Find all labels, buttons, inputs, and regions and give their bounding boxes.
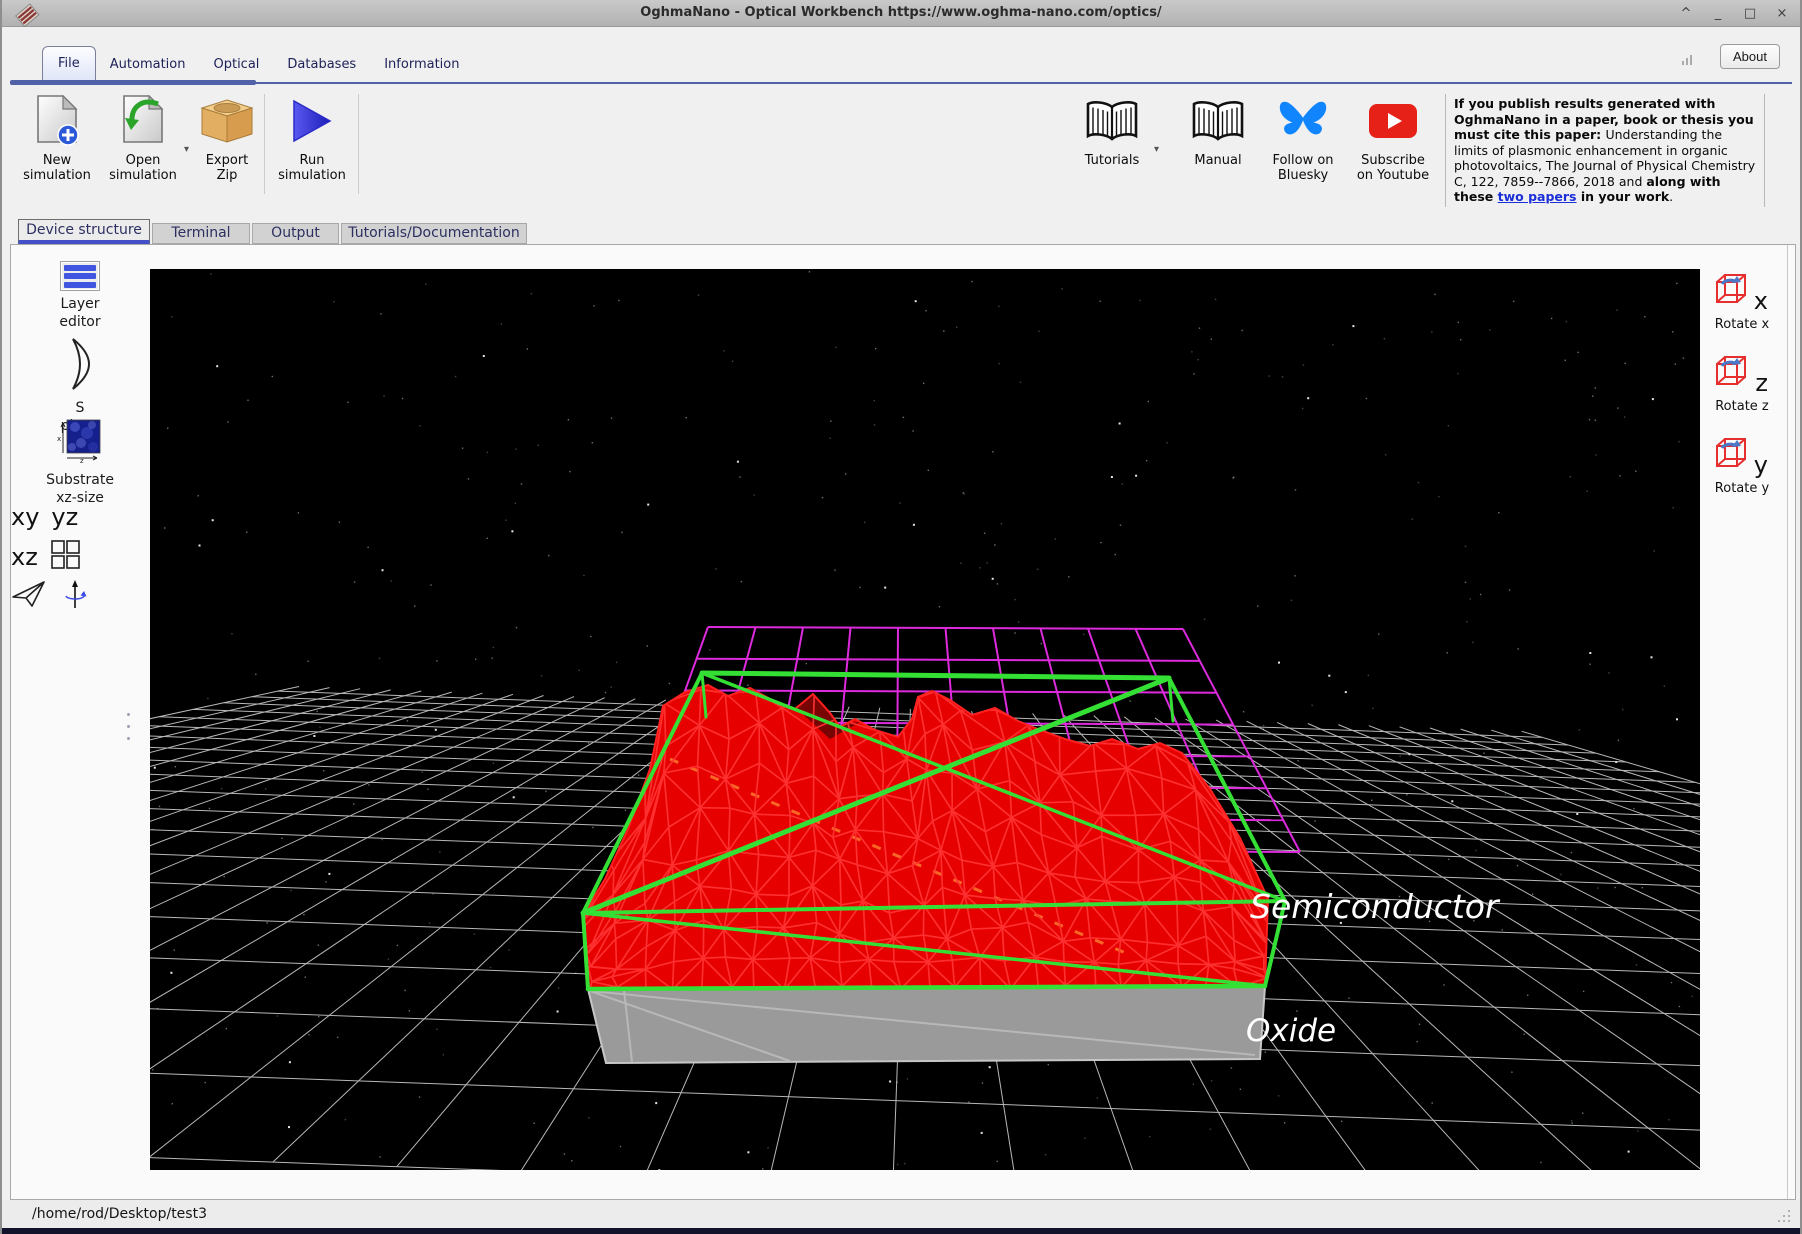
rotate-y-button[interactable]: y Rotate y [1707,437,1777,498]
svg-text:x: x [57,435,61,443]
signal-bars-icon [1682,55,1692,65]
menu-information[interactable]: Information [370,49,473,84]
3d-scene [150,269,1700,1170]
youtube-button[interactable]: Subscribe on Youtube [1352,92,1434,184]
export-zip-icon [200,92,254,150]
export-zip-button[interactable]: Export Zip [194,92,260,184]
run-simulation-icon [290,92,334,150]
window-bottom-border [2,1228,1800,1234]
layer-editor-icon [60,261,100,291]
tutorials-dropdown-icon[interactable]: ▾ [1154,144,1159,155]
rotate-axis-icon[interactable] [63,579,87,613]
resize-grip[interactable] [1776,1208,1790,1222]
tutorials-book-icon [1085,92,1139,150]
sidebar: Layer editor S plane [11,245,149,1199]
citation-text: If you publish results generated with Og… [1454,96,1755,204]
status-bar: /home/rod/Desktop/test3 [2,1200,1800,1228]
substrate-thumbnail-icon: x z [57,417,103,467]
menu-underline-active [10,80,256,85]
menu-optical[interactable]: Optical [199,49,273,84]
document-tabs: Device structure Terminal Output Tutoria… [2,218,1800,244]
shade-button[interactable]: ^ [1678,6,1694,21]
toolbar: New simulation Open simulation ▾ [2,86,1800,214]
title-bar[interactable]: OghmaNano - Optical Workbench https://ww… [2,0,1800,27]
citation-note: If you publish results generated with Og… [1445,94,1765,207]
tab-output[interactable]: Output [252,223,339,244]
tab-device-structure[interactable]: Device structure [18,219,150,244]
bluesky-butterfly-icon [1279,92,1327,150]
about-button[interactable]: About [1720,44,1780,69]
rotate-x-button[interactable]: x Rotate x [1707,273,1777,334]
maximize-button[interactable]: □ [1742,6,1758,21]
menu-underline [10,82,1792,84]
tab-terminal[interactable]: Terminal [152,223,250,244]
window-title: OghmaNano - Optical Workbench https://ww… [2,5,1800,20]
grid-2x2-icon[interactable] [50,539,82,575]
panel-edge-line [1787,245,1788,1199]
toolbar-separator [358,94,359,194]
rotate-controls: x Rotate x [1562,245,1797,1199]
menu-bar: File Automation Optical Databases Inform… [2,27,1800,84]
rotate-z-button[interactable]: z Rotate z [1707,355,1777,416]
youtube-icon [1368,92,1418,150]
minimize-button[interactable]: _ [1710,6,1726,21]
manual-book-icon [1191,92,1245,150]
new-simulation-icon [34,92,80,150]
tab-tutorials-documentation[interactable]: Tutorials/Documentation [341,223,527,244]
view-xy-yz-row: xy yz [11,503,149,531]
menu-automation[interactable]: Automation [96,49,200,84]
new-simulation-button[interactable]: New simulation [14,92,100,184]
menu-databases[interactable]: Databases [273,49,370,84]
device-structure-panel: Layer editor S plane [10,244,1796,1200]
substrate-xz-size-button[interactable]: x z Substrate xz-size [11,417,149,507]
open-simulation-icon [120,92,166,150]
rotate-cube-icon [1714,372,1748,391]
open-simulation-button[interactable]: Open simulation [100,92,186,184]
rotate-z-axis-letter: z [1755,369,1768,397]
menu-file[interactable]: File [42,46,96,84]
view-xz-button[interactable]: xz [11,543,38,571]
bluesky-button[interactable]: Follow on Bluesky [1260,92,1346,184]
close-button[interactable]: × [1774,6,1790,21]
view-yz-button[interactable]: yz [51,503,78,531]
3d-viewport[interactable]: Semiconductor Oxide [150,269,1700,1170]
two-papers-link[interactable]: two papers [1498,189,1577,204]
splitter-handle[interactable] [127,713,133,740]
svg-text:z: z [80,457,84,463]
view-xy-button[interactable]: xy [11,503,39,531]
manual-button[interactable]: Manual [1184,92,1252,168]
rotate-y-axis-letter: y [1754,451,1768,479]
rotate-cube-icon [1714,454,1748,473]
open-simulation-dropdown-icon[interactable]: ▾ [184,144,189,155]
current-path: /home/rod/Desktop/test3 [32,1206,207,1222]
layer-editor-button[interactable]: Layer editor [11,261,149,331]
app-window: OghmaNano - Optical Workbench https://ww… [0,0,1802,1234]
rotate-cube-icon [1714,290,1748,309]
view-xz-row: xz [11,539,149,575]
tutorials-button[interactable]: Tutorials [1078,92,1146,168]
run-simulation-button[interactable]: Run simulation [270,92,354,184]
rotate-x-axis-letter: x [1754,287,1768,315]
paper-plane-icon[interactable] [11,580,47,612]
s-plane-icon [67,337,93,395]
toolbar-separator [264,94,265,194]
view-tools-row [11,579,149,613]
